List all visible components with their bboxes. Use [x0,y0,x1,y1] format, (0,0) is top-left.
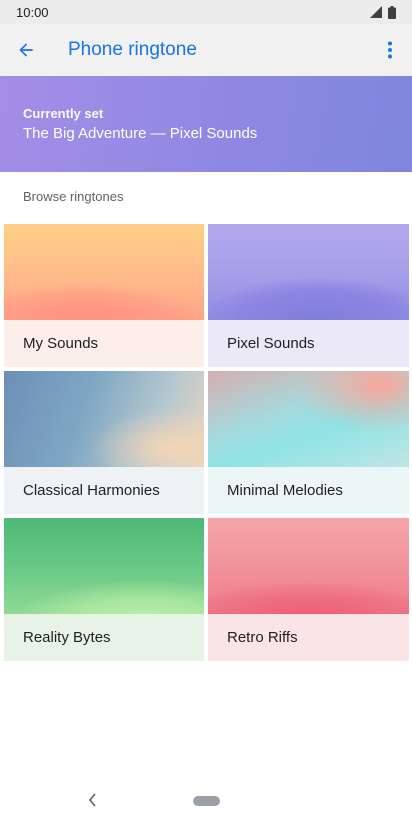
category-card-minimal-melodies[interactable]: Minimal Melodies [208,371,409,514]
category-artwork [208,518,409,614]
category-label: Reality Bytes [23,629,111,646]
arrow-back-icon [19,43,33,57]
category-label: Minimal Melodies [227,482,343,499]
current-ringtone-label: Currently set [23,106,104,121]
app-bar: Phone ringtone [0,24,412,76]
category-label: Retro Riffs [227,629,298,646]
category-card-reality-bytes[interactable]: Reality Bytes [4,518,204,661]
back-button[interactable] [0,24,52,76]
category-artwork [4,224,204,320]
system-nav-bar [0,776,412,824]
category-artwork [4,518,204,614]
battery-icon [388,5,396,19]
category-card-retro-riffs[interactable]: Retro Riffs [208,518,409,661]
overflow-menu-button[interactable] [368,24,412,76]
browse-section-title: Browse ringtones [23,189,124,204]
category-label: Pixel Sounds [227,335,315,352]
nav-back-icon[interactable] [84,790,100,810]
signal-icon [370,6,382,18]
category-card-pixel-sounds[interactable]: Pixel Sounds [208,224,409,367]
category-card-classical-harmonies[interactable]: Classical Harmonies [4,371,204,514]
page-title: Phone ringtone [68,39,197,60]
category-label: Classical Harmonies [23,482,160,499]
current-ringtone-banner: Currently set The Big Adventure — Pixel … [0,76,412,172]
category-artwork [208,371,409,467]
category-artwork [208,224,409,320]
current-ringtone-value: The Big Adventure — Pixel Sounds [23,125,258,142]
more-vert-icon [388,41,392,59]
status-time: 10:00 [16,4,49,20]
status-icons [370,5,396,19]
status-bar: 10:00 [0,0,412,24]
category-card-my-sounds[interactable]: My Sounds [4,224,204,367]
category-artwork [4,371,204,467]
ringtone-category-grid: My Sounds Pixel Sounds Classical Harmoni… [4,224,409,661]
category-label: My Sounds [23,335,99,352]
nav-home-pill[interactable] [193,796,220,806]
